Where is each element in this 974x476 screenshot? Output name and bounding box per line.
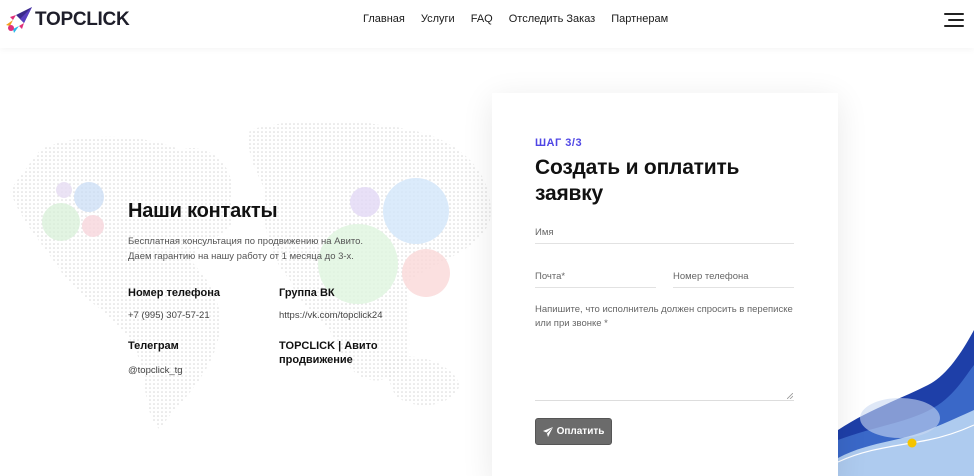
logo[interactable]: TOPCLICK bbox=[4, 5, 130, 35]
logo-text: TOPCLICK bbox=[35, 9, 130, 30]
site-header: TOPCLICK Главная Услуги FAQ Отследить За… bbox=[0, 0, 974, 48]
contact-brand-label: TOPCLICK | Авито продвижение bbox=[279, 340, 378, 366]
order-form-card: ШАГ 3/3 Создать и оплатить заявку Имя По… bbox=[492, 93, 838, 476]
decorative-waves bbox=[838, 330, 974, 476]
email-placeholder: Почта* bbox=[535, 271, 566, 282]
contacts-description-1: Бесплатная консультация по продвижению н… bbox=[128, 236, 364, 247]
nav-faq[interactable]: FAQ bbox=[471, 13, 493, 25]
contact-telegram: Телеграм @topclick_tg bbox=[128, 339, 258, 376]
form-title: Создать и оплатить заявку bbox=[535, 156, 740, 205]
contacts-title: Наши контакты bbox=[128, 200, 278, 222]
nav-home[interactable]: Главная bbox=[363, 13, 405, 25]
name-field[interactable]: Имя bbox=[535, 222, 794, 244]
main-nav: Главная Услуги FAQ Отследить Заказ Партн… bbox=[363, 13, 684, 25]
contact-phone-label: Номер телефона bbox=[128, 287, 220, 299]
contact-telegram-label: Телеграм bbox=[128, 340, 179, 352]
contact-brand: TOPCLICK | Авито продвижение bbox=[279, 339, 389, 367]
paper-plane-icon bbox=[542, 426, 553, 437]
message-textarea[interactable]: Напишите, что исполнитель должен спросит… bbox=[535, 303, 794, 401]
contact-vk-value[interactable]: https://vk.com/topclick24 bbox=[279, 310, 409, 321]
phone-field[interactable]: Номер телефона bbox=[673, 266, 794, 288]
contact-phone-value[interactable]: +7 (995) 307-57-21 bbox=[128, 310, 258, 321]
nav-track-order[interactable]: Отследить Заказ bbox=[509, 13, 596, 25]
email-field[interactable]: Почта* bbox=[535, 266, 656, 288]
pay-button[interactable]: Оплатить bbox=[535, 418, 612, 445]
phone-placeholder: Номер телефона bbox=[673, 271, 749, 282]
message-placeholder: Напишите, что исполнитель должен спросит… bbox=[535, 304, 793, 329]
resize-handle-icon[interactable] bbox=[787, 393, 793, 399]
world-map-background bbox=[10, 120, 491, 430]
contact-telegram-value[interactable]: @topclick_tg bbox=[128, 365, 258, 376]
nav-services[interactable]: Услуги bbox=[421, 13, 455, 25]
contacts-description-2: Даем гарантию на нашу работу от 1 месяца… bbox=[128, 251, 354, 262]
contact-vk-label: Группа ВК bbox=[279, 287, 335, 299]
contact-vk: Группа ВК https://vk.com/topclick24 bbox=[279, 286, 409, 321]
nav-partners[interactable]: Партнерам bbox=[611, 13, 668, 25]
pay-button-label: Оплатить bbox=[556, 426, 605, 437]
form-step: ШАГ 3/3 bbox=[535, 137, 583, 149]
name-placeholder: Имя bbox=[535, 227, 554, 238]
rocket-logo-icon bbox=[6, 7, 32, 33]
contact-phone: Номер телефона +7 (995) 307-57-21 bbox=[128, 286, 258, 321]
contacts-section: Наши контакты Бесплатная консультация по… bbox=[128, 200, 428, 376]
menu-burger-icon[interactable] bbox=[944, 13, 964, 27]
